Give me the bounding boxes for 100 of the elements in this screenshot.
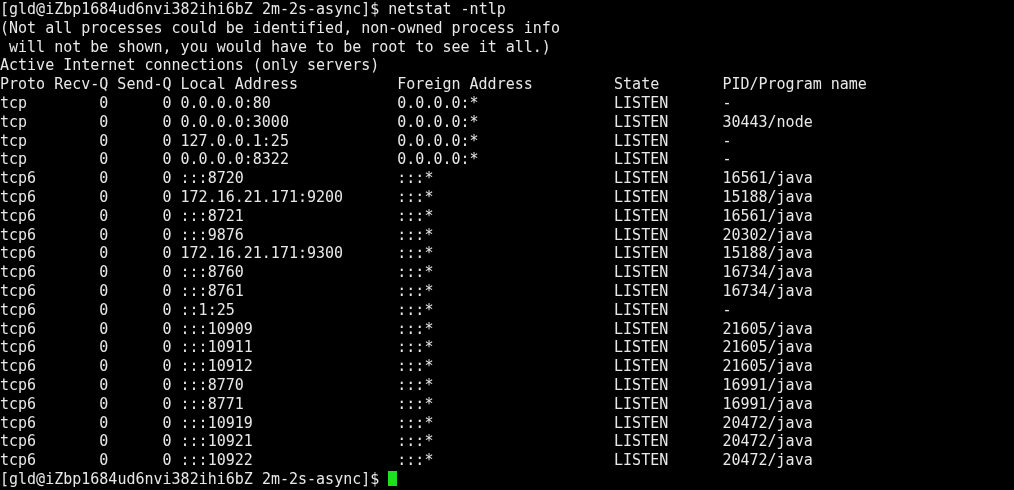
table-cell: tcp6 bbox=[0, 413, 37, 432]
table-cell: :::* bbox=[397, 338, 434, 357]
table-cell: 20472/java bbox=[722, 432, 813, 451]
table-cell: 0 bbox=[99, 375, 109, 394]
table-cell: LISTEN bbox=[614, 357, 669, 376]
table-cell: 0 bbox=[162, 451, 172, 470]
table-cell: 0 bbox=[99, 187, 109, 206]
table-cell: 0 bbox=[162, 206, 172, 225]
table-cell: LISTEN bbox=[614, 413, 669, 432]
table-cell: LISTEN bbox=[614, 169, 669, 188]
table-cell: 0 bbox=[162, 94, 172, 112]
table-cell: 0 bbox=[162, 357, 172, 376]
table-cell: 0 bbox=[99, 300, 109, 319]
table-cell: LISTEN bbox=[614, 263, 669, 282]
table-cell: LISTEN bbox=[614, 394, 669, 413]
table-cell: tcp6 bbox=[0, 169, 37, 188]
table-cell: tcp6 bbox=[0, 225, 37, 244]
table-cell: 0 bbox=[162, 131, 172, 150]
table-cell: tcp6 bbox=[0, 338, 37, 357]
table-cell: :::10921 bbox=[180, 432, 253, 451]
table-cell: LISTEN bbox=[614, 338, 669, 357]
table-cell: 0 bbox=[162, 187, 172, 206]
table-cell: 0 bbox=[99, 413, 109, 432]
table-cell: 0 bbox=[162, 169, 172, 188]
table-cell: LISTEN bbox=[614, 244, 669, 263]
table-cell: 21605/java bbox=[722, 319, 813, 338]
table-cell: 0 bbox=[162, 413, 172, 432]
table-cell: LISTEN bbox=[614, 300, 669, 319]
table-cell: LISTEN bbox=[614, 150, 669, 169]
table-cell: :::* bbox=[397, 263, 434, 282]
table-cell: 0 bbox=[162, 394, 172, 413]
table-cell: tcp bbox=[0, 112, 28, 131]
table-cell: 0.0.0.0:* bbox=[397, 131, 479, 150]
table-cell: 0 bbox=[99, 394, 109, 413]
table-cell: :::8771 bbox=[180, 394, 244, 413]
table-cell: 20472/java bbox=[722, 451, 813, 470]
column-header: PID/Program name bbox=[722, 75, 867, 94]
column-header: Local Address bbox=[180, 75, 298, 94]
table-cell: 0 bbox=[162, 244, 172, 263]
table-cell: :::10911 bbox=[180, 338, 253, 357]
table-cell: :::8721 bbox=[180, 206, 244, 225]
column-header: Foreign Address bbox=[397, 75, 533, 94]
table-cell: :::* bbox=[397, 319, 434, 338]
table-cell: 0 bbox=[162, 319, 172, 338]
output-line: will not be shown, you would have to be root to see it all.) bbox=[8, 37, 551, 56]
table-cell: :::* bbox=[397, 169, 434, 188]
table-cell: 172.16.21.171:9200 bbox=[180, 187, 344, 206]
table-cell: :::8770 bbox=[180, 375, 244, 394]
table-cell: 0.0.0.0:3000 bbox=[180, 112, 289, 131]
table-cell: 0.0.0.0:* bbox=[397, 112, 479, 131]
table-cell: 16561/java bbox=[722, 206, 813, 225]
table-cell: tcp bbox=[0, 150, 28, 169]
table-cell: ::1:25 bbox=[180, 300, 235, 319]
table-cell: tcp6 bbox=[0, 432, 37, 451]
table-cell: tcp bbox=[0, 94, 28, 112]
table-cell: 0 bbox=[162, 338, 172, 357]
table-cell: 0 bbox=[162, 263, 172, 282]
table-cell: tcp6 bbox=[0, 319, 37, 338]
table-cell: :::10922 bbox=[180, 451, 253, 470]
table-cell: 0 bbox=[99, 451, 109, 470]
table-cell: 0.0.0.0:* bbox=[397, 94, 479, 112]
table-cell: :::10909 bbox=[180, 319, 253, 338]
table-cell: LISTEN bbox=[614, 206, 669, 225]
table-cell: :::8761 bbox=[180, 281, 244, 300]
table-cell: 0 bbox=[99, 338, 109, 357]
table-cell: 0 bbox=[99, 319, 109, 338]
table-cell: 21605/java bbox=[722, 338, 813, 357]
table-cell: :::* bbox=[397, 432, 434, 451]
table-cell: LISTEN bbox=[614, 131, 669, 150]
table-cell: LISTEN bbox=[614, 375, 669, 394]
table-cell: 0 bbox=[162, 300, 172, 319]
table-cell: :::* bbox=[397, 300, 434, 319]
table-cell: 0 bbox=[99, 150, 109, 169]
table-cell: LISTEN bbox=[614, 112, 669, 131]
column-header: Recv-Q bbox=[54, 75, 109, 94]
column-header: State bbox=[614, 75, 660, 94]
table-cell: 30443/node bbox=[722, 112, 813, 131]
table-cell: 0 bbox=[99, 225, 109, 244]
table-cell: 0.0.0.0:* bbox=[397, 150, 479, 169]
table-cell: 0 bbox=[99, 432, 109, 451]
table-cell: - bbox=[722, 94, 732, 112]
table-cell: tcp6 bbox=[0, 263, 37, 282]
table-cell: 16991/java bbox=[722, 375, 813, 394]
table-cell: :::10912 bbox=[180, 357, 253, 376]
table-cell: :::* bbox=[397, 244, 434, 263]
table-cell: LISTEN bbox=[614, 281, 669, 300]
table-cell: :::10919 bbox=[180, 413, 253, 432]
table-cell: 20302/java bbox=[722, 225, 813, 244]
table-cell: 0 bbox=[99, 206, 109, 225]
table-cell: 16561/java bbox=[722, 169, 813, 188]
table-cell: - bbox=[722, 150, 732, 169]
table-cell: LISTEN bbox=[614, 432, 669, 451]
table-cell: 0 bbox=[99, 244, 109, 263]
table-cell: 0.0.0.0:80 bbox=[180, 94, 271, 112]
table-cell: :::8720 bbox=[180, 169, 244, 188]
table-cell: 0 bbox=[162, 150, 172, 169]
table-cell: tcp6 bbox=[0, 451, 37, 470]
table-cell: 16991/java bbox=[722, 394, 813, 413]
table-cell: LISTEN bbox=[614, 94, 669, 112]
command-prompt: [gld@iZbp1684ud6nvi382ihi6bZ 2m-2s-async]$ bbox=[0, 469, 380, 488]
